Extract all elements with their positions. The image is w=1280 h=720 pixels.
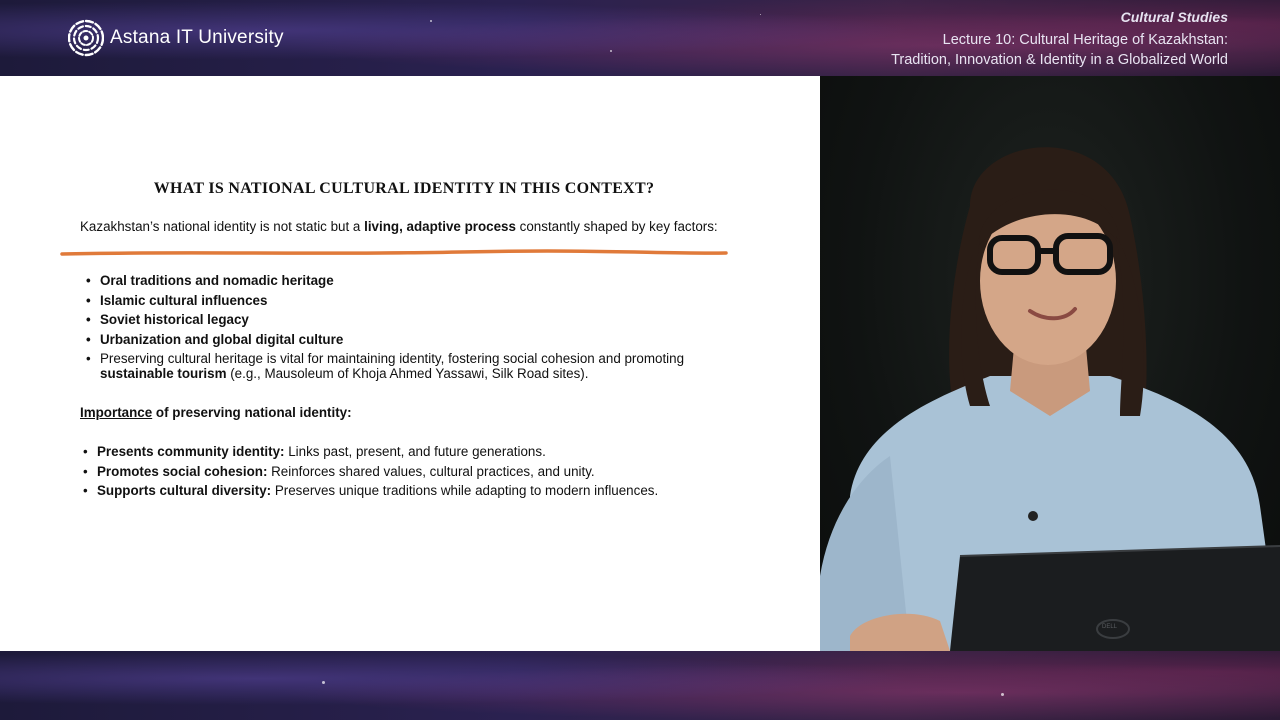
lecture-title-line-2: Tradition, Innovation & Identity in a Gl… — [891, 52, 1228, 68]
university-emblem-icon — [68, 19, 104, 57]
importance-underlined: Importance — [80, 405, 153, 420]
list-item: Islamic cultural influences — [86, 293, 726, 308]
importance-heading: Importance of preserving national identi… — [80, 405, 352, 420]
laptop-brand: DELL — [1102, 624, 1118, 630]
star — [430, 20, 432, 22]
list-item: Oral traditions and nomadic heritage — [86, 273, 726, 288]
benefit-label: Promotes social cohesion: — [97, 463, 268, 479]
university-logo: Astana IT University — [68, 16, 284, 60]
intro-text: Kazakhstan’s national identity is not st… — [80, 219, 365, 234]
list-item-preserving: Preserving cultural heritage is vital fo… — [86, 351, 726, 381]
importance-rest: of preserving national identity: — [152, 405, 352, 420]
slide: WHAT IS NATIONAL CULTURAL IDENTITY IN TH… — [0, 76, 820, 651]
presenter-video: DELL — [820, 76, 1280, 651]
benefit-label: Presents community identity: — [97, 444, 285, 459]
preserving-text: Preserving cultural heritage is vital fo… — [100, 351, 685, 366]
intro-paragraph: Kazakhstan’s national identity is not st… — [80, 219, 720, 234]
orange-highlight-stroke — [60, 249, 728, 256]
list-item: Promotes social cohesion: Reinforces sha… — [83, 464, 743, 479]
factors-list: Oral traditions and nomadic heritage Isl… — [86, 273, 726, 386]
star — [322, 681, 325, 684]
list-item: Urbanization and global digital culture — [86, 332, 726, 347]
presenter-illustration — [820, 147, 1280, 651]
star — [1001, 693, 1004, 696]
intro-emphasis: living, adaptive process — [364, 219, 516, 234]
benefit-text: Links past, present, and future generati… — [284, 444, 546, 459]
benefits-list: Presents community identity: Links past,… — [83, 444, 743, 503]
benefit-label: Supports cultural diversity: — [97, 483, 272, 498]
course-title: Cultural Studies — [1120, 9, 1228, 25]
benefit-text: Preserves unique traditions while adapti… — [271, 483, 659, 498]
list-item: Soviet historical legacy — [86, 312, 726, 327]
list-item: Presents community identity: Links past,… — [83, 444, 743, 459]
benefit-text: Reinforces shared values, cultural pract… — [267, 463, 595, 479]
intro-text-end: constantly shaped by key factors: — [515, 219, 718, 234]
slide-title: WHAT IS NATIONAL CULTURAL IDENTITY IN TH… — [153, 180, 655, 197]
logo-name: Astana IT University — [110, 27, 284, 48]
lecture-header: Cultural Studies Lecture 10: Cultural He… — [891, 9, 1228, 70]
footer-band — [0, 651, 1280, 720]
list-item: Supports cultural diversity: Preserves u… — [83, 483, 743, 498]
preserving-emphasis: sustainable tourism — [100, 366, 227, 381]
star — [760, 14, 761, 15]
star — [610, 50, 612, 52]
preserving-text-end: (e.g., Mausoleum of Khoja Ahmed Yassawi,… — [226, 366, 589, 381]
lecture-title-line-1: Lecture 10: Cultural Heritage of Kazakhs… — [942, 32, 1228, 48]
